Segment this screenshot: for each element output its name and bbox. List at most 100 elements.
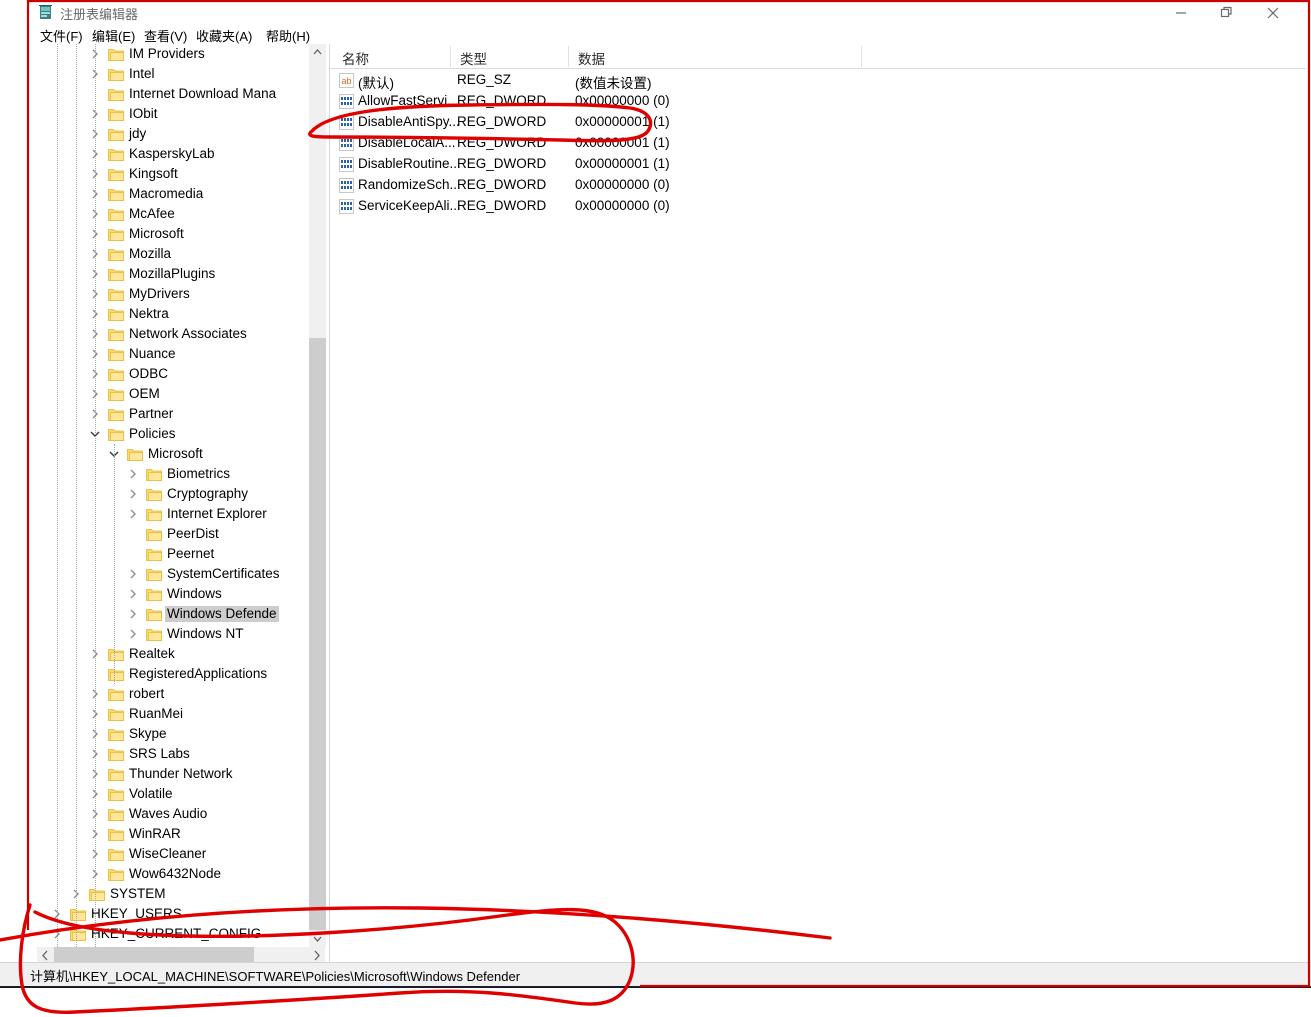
tree-item-label: Network Associates <box>129 326 247 341</box>
value-row[interactable]: DisableLocalA... REG_DWORD 0x00000001 (1) <box>330 133 1306 154</box>
folder-icon <box>108 227 124 241</box>
folder-icon <box>108 327 124 341</box>
tree-item-label: Nuance <box>129 346 176 361</box>
folder-icon <box>108 127 124 141</box>
value-row[interactable]: AllowFastServi... REG_DWORD 0x00000000 (0) <box>330 91 1306 112</box>
tree-item-label: HKEY_USERS <box>91 906 182 921</box>
folder-icon <box>108 867 124 881</box>
value-name: AllowFastServi... <box>358 93 459 108</box>
folder-icon <box>108 107 124 121</box>
registry-tree-panel[interactable]: IM Providers Intel Internet Download Mana I… <box>37 44 298 947</box>
value-row[interactable]: DisableRoutine... REG_DWORD 0x00000001 (1) <box>330 154 1306 175</box>
folder-icon <box>146 527 162 541</box>
tree-item-label: Internet Explorer <box>167 506 267 521</box>
tree-item-label: Mozilla <box>129 246 172 261</box>
chevron-right-icon[interactable] <box>127 608 139 620</box>
folder-icon <box>108 267 124 281</box>
column-header-2[interactable]: 数据 <box>578 48 605 68</box>
close-button[interactable] <box>1250 0 1296 26</box>
tree-item-label: IM Providers <box>129 46 205 61</box>
value-row[interactable]: RandomizeSch... REG_DWORD 0x00000000 (0) <box>330 175 1306 196</box>
tree-item-label: Internet Download Mana <box>129 86 277 101</box>
tree-item-label: HKEY_CURRENT_CONFIG <box>91 926 262 941</box>
dword-value-icon <box>339 199 354 214</box>
tree-vertical-scrollbar[interactable] <box>308 44 326 947</box>
tree-item-label: Windows <box>167 586 222 601</box>
tree-item-label: Microsoft <box>129 226 184 241</box>
value-row[interactable]: ab (默认) REG_SZ (数值未设置) <box>330 70 1306 91</box>
tree-item-label: Thunder Network <box>129 766 233 781</box>
registry-values-panel[interactable]: 名称 类型 数据 ab (默认) REG_SZ (数值未设置) AllowFastServi… <box>329 44 1306 964</box>
folder-icon <box>108 387 124 401</box>
string-value-icon: ab <box>339 73 354 88</box>
tree-item-label: Biometrics <box>167 466 231 481</box>
status-bar: 计算机\HKEY_LOCAL_MACHINE\SOFTWARE\Policies… <box>0 962 1311 988</box>
folder-icon <box>108 847 124 861</box>
folder-icon <box>146 607 162 621</box>
value-name: (默认) <box>358 76 394 91</box>
tree-item-label: OEM <box>129 386 160 401</box>
title-bar: 注册表编辑器 <box>32 0 1311 26</box>
tree-scrollbar-thumb[interactable] <box>309 338 326 938</box>
folder-icon <box>146 487 162 501</box>
svg-text:ab: ab <box>341 76 351 86</box>
chevron-right-icon[interactable] <box>127 508 139 520</box>
window-title: 注册表编辑器 <box>60 7 139 22</box>
folder-icon <box>108 427 124 441</box>
column-separator[interactable] <box>568 46 569 67</box>
tree-item-label: Windows Defende <box>165 606 279 622</box>
folder-icon <box>108 307 124 321</box>
column-separator[interactable] <box>861 46 862 67</box>
folder-icon <box>146 567 162 581</box>
chevron-right-icon[interactable] <box>127 488 139 500</box>
value-data: 0x00000001 (1) <box>575 156 670 171</box>
value-type: REG_DWORD <box>457 135 547 150</box>
folder-icon <box>108 287 124 301</box>
tree-item-label: ODBC <box>129 366 169 381</box>
folder-icon <box>108 747 124 761</box>
folder-icon <box>108 67 124 81</box>
tree-item-label: SystemCertificates <box>167 566 280 581</box>
folder-icon <box>70 907 86 921</box>
folder-icon <box>108 687 124 701</box>
value-row[interactable]: DisableAntiSpy... REG_DWORD 0x00000001 (1) <box>330 112 1306 133</box>
tree-item-label: Macromedia <box>129 186 204 201</box>
tree-item-label: Policies <box>129 426 176 441</box>
folder-icon <box>108 647 124 661</box>
column-header-1[interactable]: 类型 <box>460 48 487 68</box>
chevron-right-icon[interactable] <box>127 568 139 580</box>
folder-icon <box>108 767 124 781</box>
restore-button[interactable] <box>1204 0 1250 26</box>
folder-icon <box>108 367 124 381</box>
folder-icon <box>108 47 124 61</box>
column-header-0[interactable]: 名称 <box>342 48 369 68</box>
chevron-right-icon[interactable] <box>127 588 139 600</box>
tree-item-label: MozillaPlugins <box>129 266 216 281</box>
tree-item-label: Intel <box>129 66 155 81</box>
folder-icon <box>127 447 143 461</box>
chevron-right-icon[interactable] <box>127 628 139 640</box>
minimize-button[interactable] <box>1158 0 1204 26</box>
value-name: DisableRoutine... <box>358 156 461 171</box>
folder-icon <box>108 407 124 421</box>
tree-item-label: Waves Audio <box>129 806 208 821</box>
folder-icon <box>108 727 124 741</box>
dword-value-icon <box>339 178 354 193</box>
folder-icon <box>146 587 162 601</box>
tree-indent-guide <box>114 444 116 684</box>
tree-item-label: Partner <box>129 406 174 421</box>
tree-item-label: WinRAR <box>129 826 181 841</box>
chevron-right-icon[interactable] <box>127 468 139 480</box>
value-name: DisableLocalA... <box>358 135 456 150</box>
scroll-up-icon[interactable] <box>309 44 326 61</box>
folder-icon <box>108 87 124 101</box>
status-bar-path: 计算机\HKEY_LOCAL_MACHINE\SOFTWARE\Policies… <box>30 969 521 984</box>
value-row[interactable]: ServiceKeepAli... REG_DWORD 0x00000000 (0) <box>330 196 1306 217</box>
folder-icon <box>108 187 124 201</box>
tree-item-label: RegisteredApplications <box>129 666 268 681</box>
folder-icon <box>146 547 162 561</box>
value-data: 0x00000000 (0) <box>575 198 670 213</box>
scroll-down-icon[interactable] <box>309 930 326 947</box>
folder-icon <box>108 667 124 681</box>
column-separator[interactable] <box>450 46 451 67</box>
